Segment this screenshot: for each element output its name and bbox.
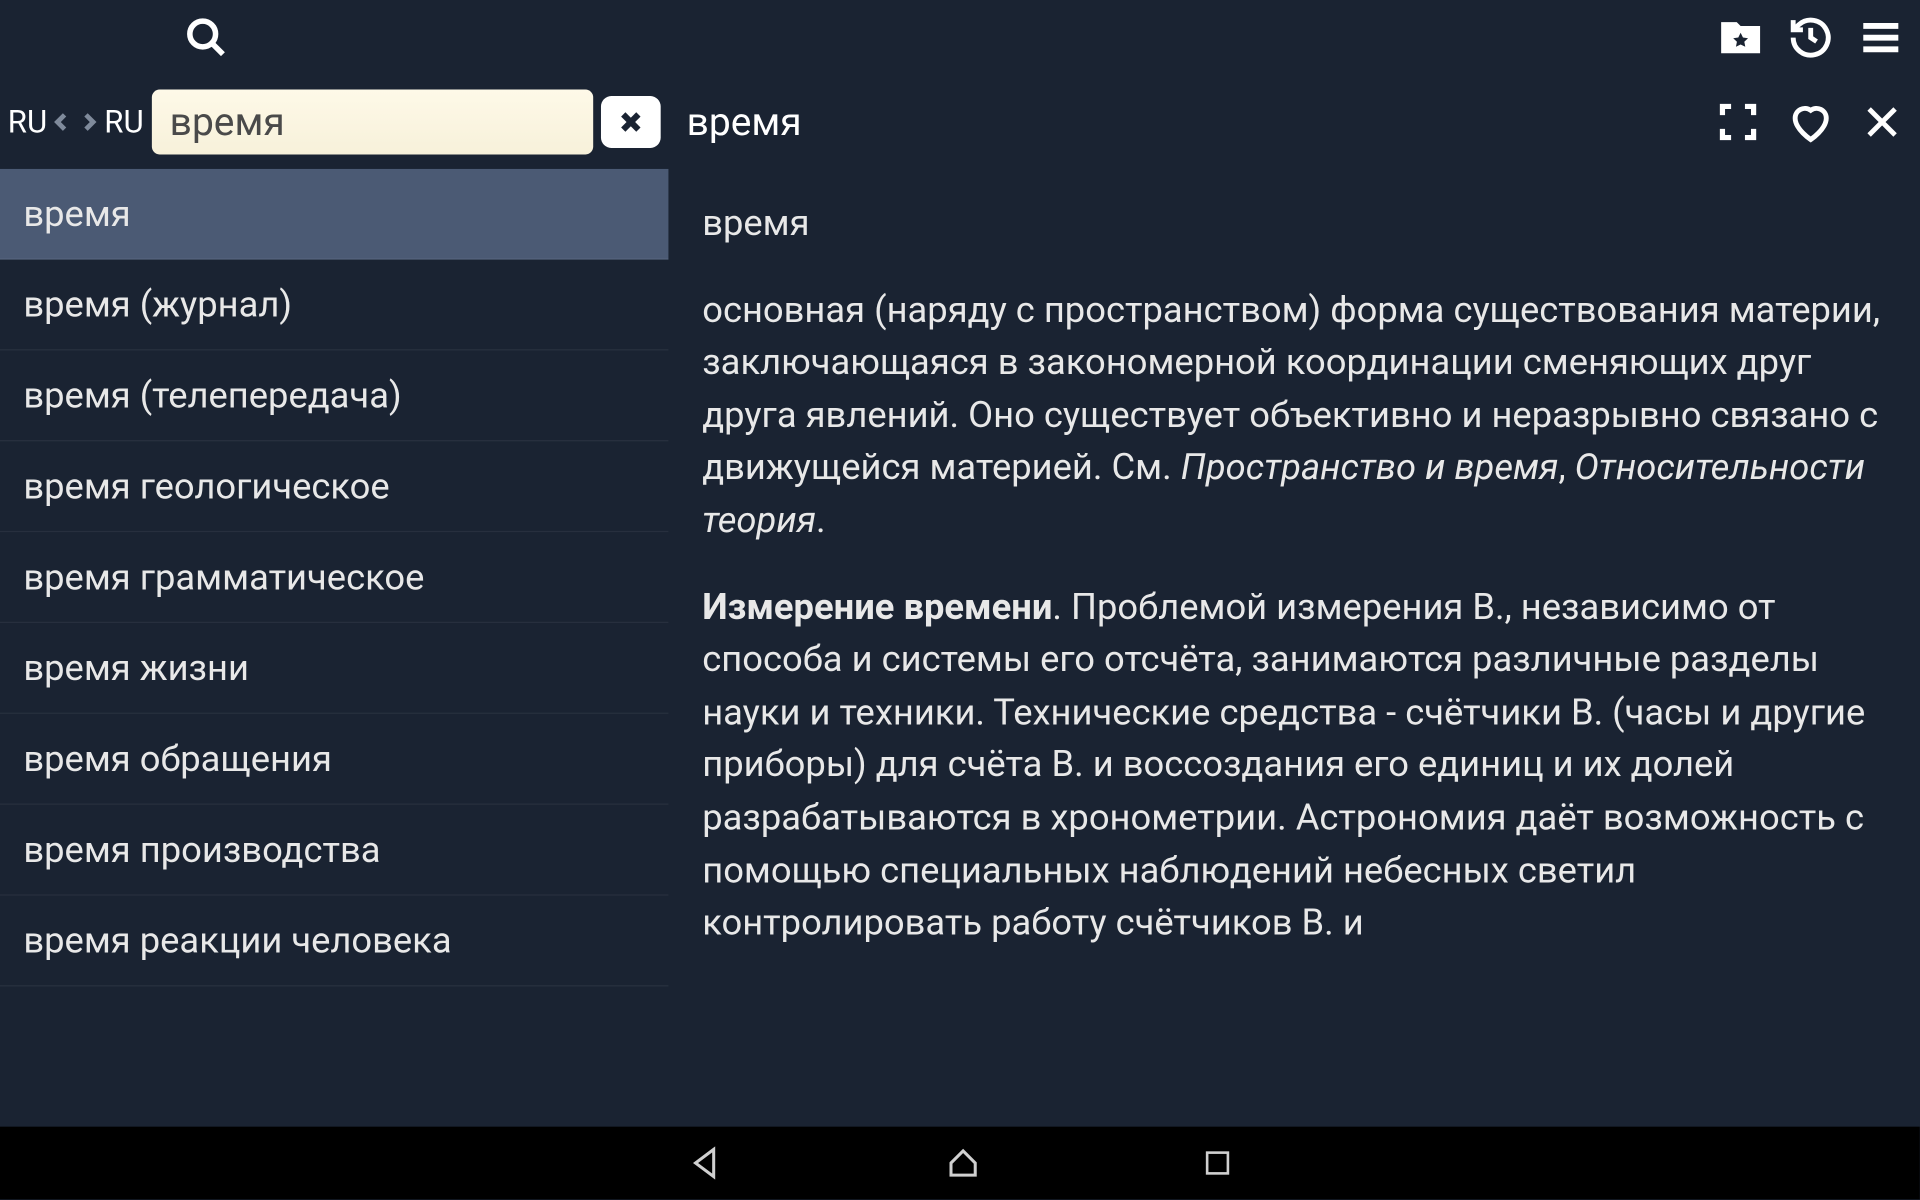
lang-from[interactable]: RU <box>8 104 47 140</box>
menu-icon[interactable] <box>1857 14 1904 61</box>
heart-icon[interactable] <box>1787 99 1834 146</box>
history-icon[interactable] <box>1787 14 1834 61</box>
article-title: время <box>687 99 1718 144</box>
favorites-folder-icon[interactable] <box>1717 14 1764 61</box>
chevron-left-icon[interactable] <box>47 104 76 140</box>
list-item[interactable]: время грамматическое <box>0 532 668 623</box>
search-input[interactable]: время <box>152 90 594 155</box>
suggestions-list[interactable]: время время (журнал) время (телепередача… <box>0 169 668 1200</box>
article-paragraph: Измерение времени. Проблемой измерения В… <box>702 581 1886 950</box>
list-item[interactable]: время производства <box>0 805 668 896</box>
list-item[interactable]: время жизни <box>0 623 668 714</box>
fullscreen-icon[interactable] <box>1717 101 1759 143</box>
article-headword: время <box>702 197 1886 250</box>
list-item[interactable]: время реакции человека <box>0 896 668 987</box>
article-body[interactable]: время основная (наряду с пространством) … <box>668 169 1919 1200</box>
list-item[interactable]: время обращения <box>0 714 668 805</box>
search-bar: RU RU время время <box>0 75 1920 168</box>
chevron-right-icon[interactable] <box>76 104 105 140</box>
top-toolbar <box>0 0 1920 75</box>
nav-back-icon[interactable] <box>687 1145 723 1181</box>
search-icon[interactable] <box>184 16 228 60</box>
article-paragraph: основная (наряду с пространством) форма … <box>702 284 1886 547</box>
close-icon[interactable] <box>1863 103 1902 142</box>
clear-search-button[interactable] <box>601 96 661 148</box>
lang-to[interactable]: RU <box>104 104 143 140</box>
nav-home-icon[interactable] <box>944 1145 980 1181</box>
list-item[interactable]: время геологическое <box>0 441 668 532</box>
nav-recent-icon[interactable] <box>1201 1147 1232 1178</box>
android-navbar <box>0 1127 1920 1200</box>
main-content: время время (журнал) время (телепередача… <box>0 169 1920 1200</box>
list-item[interactable]: время (журнал) <box>0 260 668 351</box>
list-item[interactable]: время <box>0 169 668 260</box>
list-item[interactable]: время (телепередача) <box>0 350 668 441</box>
